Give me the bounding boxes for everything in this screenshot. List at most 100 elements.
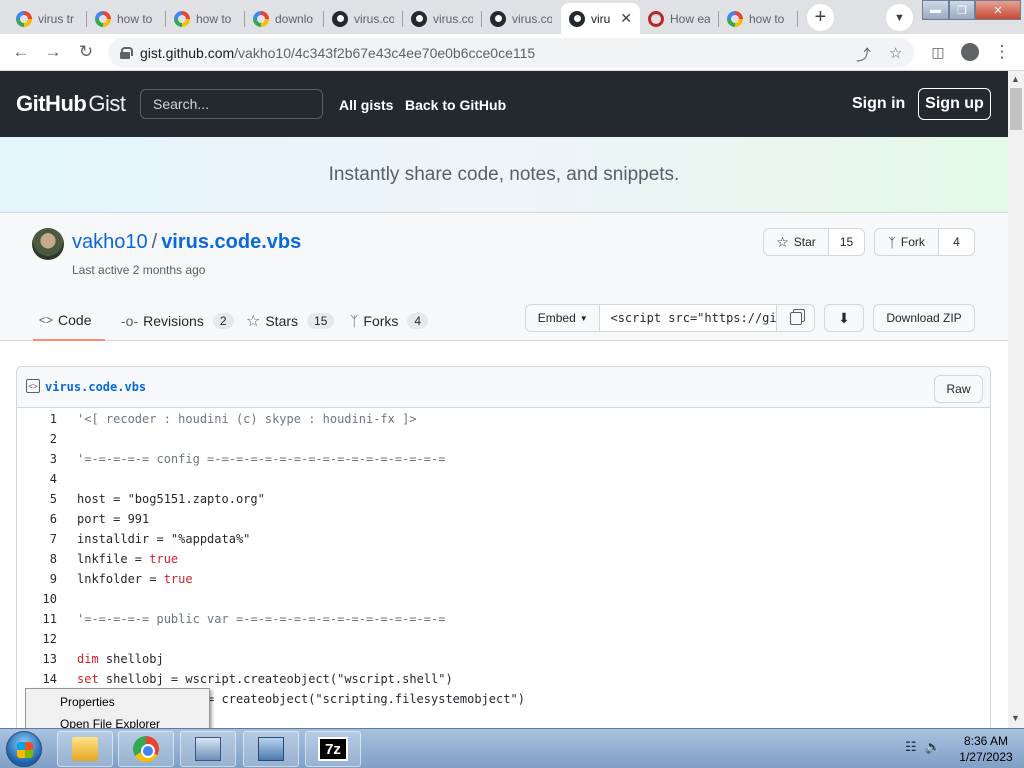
file-header: <> virus.code.vbs Raw xyxy=(17,367,990,408)
side-panel-button[interactable]: ◫ xyxy=(926,40,950,64)
browser-tab[interactable]: how to xyxy=(166,3,245,34)
taskbar-clock[interactable]: 8:36 AM 1/27/2023 xyxy=(953,733,1019,765)
url-path: /vakho10/4c343f2b67e43c4ee70e0b6cce0ce11… xyxy=(234,44,536,61)
line-number[interactable]: 4 xyxy=(17,472,57,486)
browser-tab-label: how to xyxy=(117,11,153,26)
page-scrollbar[interactable]: ▲ ▼ xyxy=(1008,71,1024,728)
reload-button[interactable]: ↻ xyxy=(74,40,98,64)
address-bar[interactable]: gist.github.com/vakho10/4c343f2b67e43c4e… xyxy=(108,38,914,67)
tab-stars[interactable]: ☆ Stars 15 xyxy=(246,301,335,341)
browser-tab[interactable]: downlo xyxy=(245,3,324,34)
network-icon[interactable]: ☷ xyxy=(905,739,917,755)
star-count[interactable]: 15 xyxy=(828,229,864,255)
scroll-down-icon[interactable]: ▼ xyxy=(1011,713,1020,723)
open-with-desktop-button[interactable]: ⬇ xyxy=(824,304,864,332)
taskbar-chrome[interactable] xyxy=(118,731,174,767)
github-favicon-icon xyxy=(490,10,506,27)
new-tab-button[interactable]: + xyxy=(807,4,834,31)
volume-icon[interactable]: 🔈 xyxy=(925,739,941,755)
url-host: gist.github.com xyxy=(140,44,235,61)
code-token: dim xyxy=(77,652,99,666)
browser-tab-label: virus.co xyxy=(512,11,552,26)
embed-code-input[interactable] xyxy=(600,305,777,331)
arrow-right-icon: → xyxy=(44,42,62,61)
window-minimize-button[interactable]: ▬ xyxy=(922,0,949,20)
code-line: 13 dim shellobj xyxy=(17,649,990,669)
forward-button[interactable]: → xyxy=(41,40,65,64)
code-line: 11 '=-=-=-=-= public var =-=-=-=-=-=-=-=-… xyxy=(17,609,990,629)
code-token: installdir = "%appdata%" xyxy=(77,532,251,546)
profile-button[interactable] xyxy=(958,40,982,64)
scroll-up-icon[interactable]: ▲ xyxy=(1011,74,1020,84)
sign-up-button[interactable]: Sign up xyxy=(918,88,991,120)
revisions-icon: -o- xyxy=(121,313,139,329)
line-number[interactable]: 7 xyxy=(17,532,57,546)
context-menu-properties[interactable]: Properties xyxy=(26,691,209,713)
nav-all-gists[interactable]: All gists xyxy=(339,97,393,113)
taskbar-explorer[interactable] xyxy=(57,731,113,767)
google-favicon-icon xyxy=(727,10,743,27)
github-gist-logo[interactable]: GitHubGist xyxy=(16,91,126,117)
line-number[interactable]: 6 xyxy=(17,512,57,526)
start-button[interactable] xyxy=(6,731,42,767)
taskbar-setup-program[interactable] xyxy=(243,731,299,767)
fork-count[interactable]: 4 xyxy=(938,229,974,255)
gist-header: vakho10/virus.code.vbs Last active 2 mon… xyxy=(0,213,1008,341)
browser-tab[interactable]: virus.co xyxy=(403,3,482,34)
star-button[interactable]: ☆ Star 15 xyxy=(763,228,865,256)
avatar[interactable] xyxy=(32,228,64,260)
gist-owner-link[interactable]: vakho10 xyxy=(72,231,148,253)
copy-embed-button[interactable] xyxy=(776,305,814,331)
embed-dropdown-button[interactable]: Embed ▼ xyxy=(526,305,601,331)
fork-button[interactable]: ᛉ Fork 4 xyxy=(874,228,975,256)
line-number[interactable]: 11 xyxy=(17,612,57,626)
line-number[interactable]: 5 xyxy=(17,492,57,506)
line-number[interactable]: 9 xyxy=(17,572,57,586)
star-outline-icon: ☆ xyxy=(246,313,261,330)
taskbar-7zip[interactable]: 7z xyxy=(305,731,361,767)
line-number[interactable]: 3 xyxy=(17,452,57,466)
gist-filename-link[interactable]: virus.code.vbs xyxy=(161,231,301,253)
line-number[interactable]: 13 xyxy=(17,652,57,666)
tab-code[interactable]: <> Code xyxy=(33,301,105,341)
browser-menu-button[interactable]: ⋮ xyxy=(990,40,1014,64)
scroll-thumb[interactable] xyxy=(1010,88,1022,130)
line-number[interactable]: 12 xyxy=(17,632,57,646)
embed-label: Embed xyxy=(537,311,576,325)
browser-toolbar: ← → ↻ gist.github.com/vakho10/4c343f2b67… xyxy=(0,34,1024,71)
browser-tab-label: How ea xyxy=(670,11,710,26)
line-number[interactable]: 8 xyxy=(17,552,57,566)
bookmark-star-icon[interactable]: ☆ xyxy=(889,44,902,62)
browser-tab[interactable]: virus.co xyxy=(482,3,561,34)
browser-tab[interactable]: how to xyxy=(719,3,798,34)
tab-forks[interactable]: ᛉ Forks 4 xyxy=(350,301,429,341)
raw-button[interactable]: Raw xyxy=(934,375,983,403)
gist-search-input[interactable] xyxy=(140,89,323,119)
download-zip-button[interactable]: Download ZIP xyxy=(873,304,975,332)
line-number[interactable]: 2 xyxy=(17,432,57,446)
back-button[interactable]: ← xyxy=(9,40,33,64)
share-icon[interactable]: ⤴ xyxy=(856,44,871,65)
browser-tab[interactable]: virus tr xyxy=(8,3,87,34)
file-name-link[interactable]: virus.code.vbs xyxy=(45,380,146,394)
lock-icon xyxy=(120,46,133,59)
window-close-button[interactable]: ✕ xyxy=(975,0,1021,20)
nav-back-to-github[interactable]: Back to GitHub xyxy=(405,97,506,113)
sign-in-link[interactable]: Sign in xyxy=(852,95,905,113)
logo-github-text: GitHub xyxy=(16,91,87,116)
code-line: 1 '<[ recoder : houdini (c) skype : houdi… xyxy=(17,409,990,429)
browser-tab[interactable]: virus.co xyxy=(324,3,403,34)
browser-tab[interactable]: viru ✕ xyxy=(561,3,640,34)
browser-tab[interactable]: How ea xyxy=(640,3,719,34)
line-number[interactable]: 14 xyxy=(17,672,57,686)
window-restore-button[interactable]: ❐ xyxy=(949,0,975,20)
tab-search-button[interactable]: ▼ xyxy=(886,4,913,31)
line-number[interactable]: 10 xyxy=(17,592,57,606)
tab-revisions[interactable]: -o- Revisions 2 xyxy=(121,301,234,341)
line-number[interactable]: 1 xyxy=(17,412,57,426)
taskbar-task-manager[interactable] xyxy=(180,731,236,767)
code-line: 5 host = "bog5151.zapto.org" xyxy=(17,489,990,509)
code-token: set xyxy=(77,672,99,686)
close-tab-icon[interactable]: ✕ xyxy=(620,10,632,27)
browser-tab[interactable]: how to xyxy=(87,3,166,34)
